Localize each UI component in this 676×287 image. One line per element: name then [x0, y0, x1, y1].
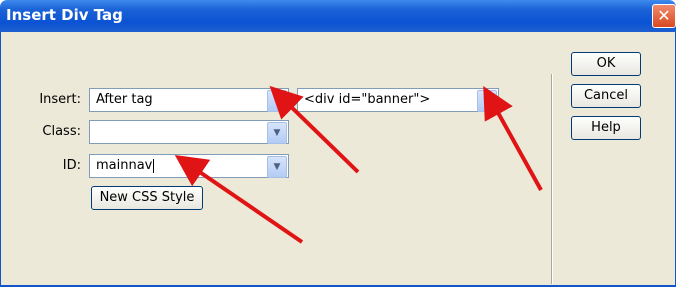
- insert-target-value: <div id="banner">: [304, 92, 431, 107]
- cancel-button[interactable]: Cancel: [571, 84, 641, 108]
- id-label: ID:: [62, 158, 81, 173]
- insert-label: Insert:: [39, 92, 81, 107]
- insert-div-tag-dialog: Insert Div Tag ✕ Insert: After tag ▼ <di…: [0, 0, 676, 287]
- id-field[interactable]: mainnav ▼: [89, 154, 289, 178]
- close-icon[interactable]: ✕: [652, 4, 676, 28]
- chevron-down-icon[interactable]: ▼: [267, 156, 287, 178]
- dialog-body: Insert: After tag ▼ <div id="banner"> ▼ …: [0, 32, 676, 287]
- class-select[interactable]: ▼: [89, 120, 289, 144]
- insert-target-select[interactable]: <div id="banner"> ▼: [297, 88, 499, 112]
- insert-position-select[interactable]: After tag ▼: [89, 88, 289, 112]
- form-area: Insert: After tag ▼ <div id="banner"> ▼ …: [13, 46, 665, 284]
- insert-position-value: After tag: [96, 92, 153, 107]
- dialog-title: Insert Div Tag: [6, 6, 123, 24]
- title-bar[interactable]: Insert Div Tag ✕: [0, 0, 676, 32]
- chevron-down-icon[interactable]: ▼: [477, 90, 497, 112]
- class-label: Class:: [42, 124, 81, 139]
- chevron-down-icon[interactable]: ▼: [267, 90, 287, 112]
- help-button[interactable]: Help: [571, 116, 641, 140]
- chevron-down-icon[interactable]: ▼: [267, 122, 287, 144]
- id-value: mainnav: [96, 158, 153, 173]
- text-cursor: [153, 158, 155, 173]
- separator: [551, 74, 553, 284]
- ok-button[interactable]: OK: [571, 52, 641, 76]
- new-css-style-button[interactable]: New CSS Style: [91, 186, 203, 210]
